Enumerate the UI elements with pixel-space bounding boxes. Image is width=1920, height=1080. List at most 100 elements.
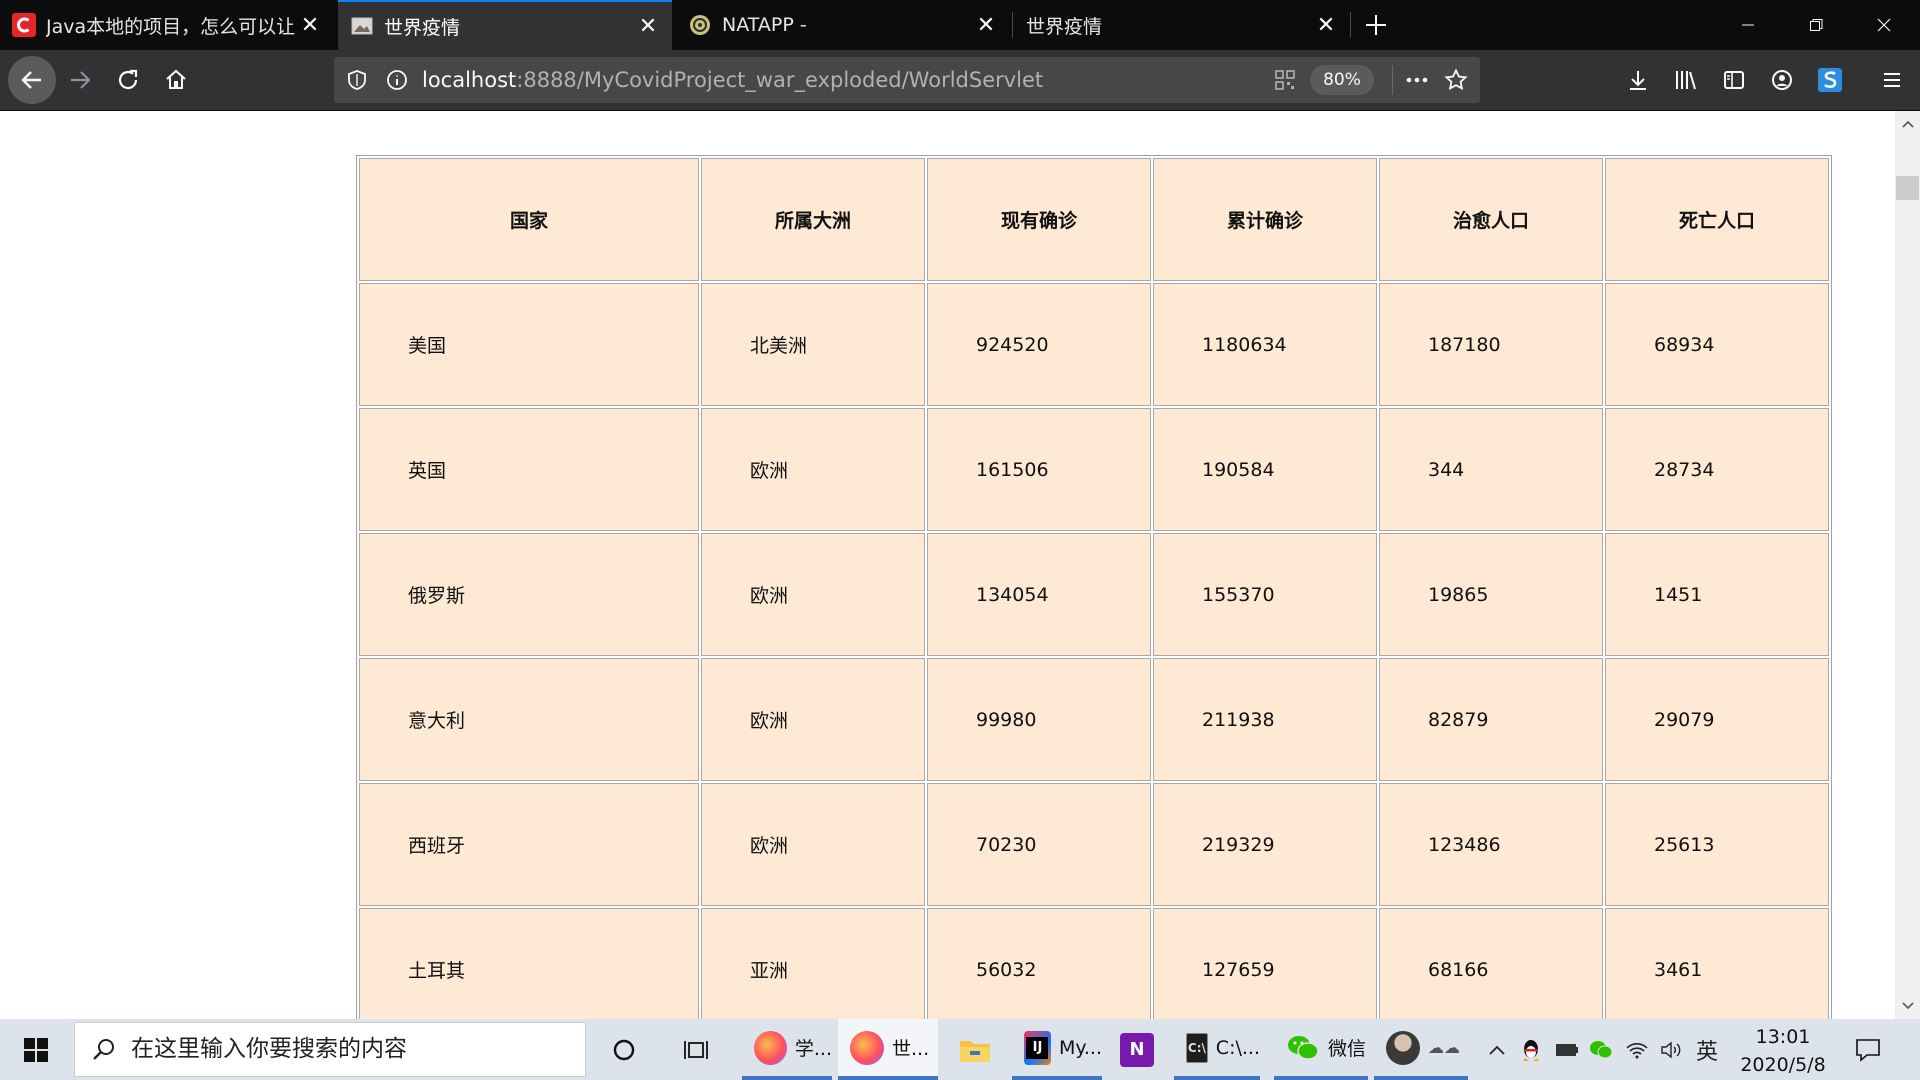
- account-button[interactable]: [1762, 60, 1802, 100]
- cell-country: 俄罗斯: [359, 533, 699, 656]
- header-cured: 治愈人口: [1379, 158, 1603, 281]
- cortana-button[interactable]: [598, 1019, 650, 1080]
- task-view-button[interactable]: [670, 1019, 722, 1080]
- forward-button[interactable]: [60, 60, 100, 100]
- header-deaths: 死亡人口: [1605, 158, 1829, 281]
- taskbar-user-app[interactable]: ☁☁: [1374, 1019, 1468, 1080]
- tab-world-covid-active[interactable]: 世界疫情 ✕: [338, 0, 672, 50]
- extension-s-icon: [1818, 68, 1842, 92]
- taskbar-intellij[interactable]: IJ My...: [1012, 1019, 1102, 1080]
- cell-cured: 82879: [1379, 658, 1603, 781]
- site-info-icon[interactable]: [386, 69, 408, 91]
- wechat-tray-icon[interactable]: [1588, 1037, 1614, 1063]
- close-tab-icon[interactable]: ✕: [296, 11, 324, 39]
- cell-deaths: 25613: [1605, 783, 1829, 906]
- wifi-icon[interactable]: [1624, 1037, 1650, 1063]
- arrow-right-icon: [71, 71, 91, 89]
- new-tab-button[interactable]: [1358, 7, 1394, 43]
- cell-current-confirmed: 161506: [927, 408, 1151, 531]
- sidebar-button[interactable]: [1714, 60, 1754, 100]
- reload-button[interactable]: [108, 60, 148, 100]
- library-button[interactable]: [1666, 60, 1706, 100]
- tab-world-covid-2[interactable]: 世界疫情 ✕: [1014, 0, 1350, 50]
- header-total-confirmed: 累计确诊: [1153, 158, 1377, 281]
- firefox-icon: [850, 1030, 884, 1065]
- download-icon: [1630, 71, 1646, 90]
- ime-indicator[interactable]: 英: [1692, 1037, 1722, 1065]
- tab-natapp[interactable]: NATAPP - ✕: [676, 0, 1010, 50]
- table-row: 西班牙 欧洲 70230 219329 123486 25613: [359, 783, 1829, 906]
- extension-s-button[interactable]: [1810, 60, 1850, 100]
- cell-deaths: 28734: [1605, 408, 1829, 531]
- url-text[interactable]: localhost:8888/MyCovidProject_war_explod…: [422, 57, 1043, 103]
- taskbar-search-box[interactable]: 在这里输入你要搜索的内容: [74, 1022, 586, 1077]
- tab-strip: Java本地的项目，怎么可以让别 ✕ 世界疫情 ✕ NATAPP - ✕ 世界疫…: [0, 0, 1920, 50]
- restore-button[interactable]: [1786, 0, 1846, 50]
- cell-current-confirmed: 70230: [927, 783, 1151, 906]
- cell-continent: 北美洲: [701, 283, 925, 406]
- reload-icon: [118, 69, 138, 90]
- minimize-button[interactable]: [1718, 0, 1778, 50]
- taskbar-firefox-world[interactable]: 世...: [838, 1019, 938, 1080]
- volume-icon[interactable]: [1658, 1037, 1684, 1063]
- cmd-icon: C:\: [1186, 1032, 1208, 1063]
- hamburger-menu-icon: [1884, 73, 1900, 87]
- cell-country: 美国: [359, 283, 699, 406]
- taskbar-wechat[interactable]: 微信: [1274, 1019, 1368, 1080]
- downloads-button[interactable]: [1618, 60, 1658, 100]
- tab-csdn[interactable]: Java本地的项目，怎么可以让别 ✕: [0, 0, 334, 50]
- table-row: 土耳其 亚洲 56032 127659 68166 3461: [359, 908, 1829, 1019]
- close-tab-icon[interactable]: ✕: [634, 12, 662, 40]
- cell-current-confirmed: 134054: [927, 533, 1151, 656]
- search-placeholder: 在这里输入你要搜索的内容: [131, 1036, 407, 1062]
- cell-cured: 19865: [1379, 533, 1603, 656]
- taskbar-firefox-study[interactable]: 学...: [742, 1019, 832, 1080]
- cell-continent: 欧洲: [701, 783, 925, 906]
- cell-cured: 344: [1379, 408, 1603, 531]
- action-center-button[interactable]: [1850, 1033, 1886, 1067]
- taskbar-clock[interactable]: 13:01 2020/5/8: [1732, 1019, 1834, 1080]
- table-row: 美国 北美洲 924520 1180634 187180 68934: [359, 283, 1829, 406]
- vertical-scrollbar[interactable]: [1895, 111, 1920, 1019]
- minimize-icon: [1742, 24, 1754, 26]
- header-country: 国家: [359, 158, 699, 281]
- cell-cured: 68166: [1379, 908, 1603, 1019]
- zoom-level-badge[interactable]: 80%: [1310, 65, 1374, 95]
- battery-icon[interactable]: [1554, 1037, 1580, 1063]
- csdn-favicon-icon: [12, 13, 36, 37]
- chevron-up-icon[interactable]: [1484, 1037, 1510, 1063]
- page-favicon-icon: [350, 14, 374, 38]
- cell-current-confirmed: 924520: [927, 283, 1151, 406]
- navigation-toolbar: localhost:8888/MyCovidProject_war_explod…: [0, 50, 1920, 111]
- qq-penguin-icon[interactable]: [1518, 1037, 1544, 1063]
- back-button[interactable]: [8, 56, 56, 104]
- menu-button[interactable]: [1872, 60, 1912, 100]
- cell-total-confirmed: 211938: [1153, 658, 1377, 781]
- close-tab-icon[interactable]: ✕: [972, 11, 1000, 39]
- taskbar-file-explorer[interactable]: [946, 1019, 1006, 1080]
- taskbar-onenote[interactable]: N: [1108, 1019, 1168, 1080]
- taskbar-app-label: C:\...: [1215, 1036, 1260, 1059]
- address-bar[interactable]: localhost:8888/MyCovidProject_war_explod…: [334, 57, 1480, 103]
- scroll-down-icon[interactable]: [1895, 995, 1920, 1017]
- page-actions-icon[interactable]: [1404, 69, 1430, 91]
- tracking-shield-icon[interactable]: [346, 69, 368, 91]
- task-view-icon: [684, 1040, 708, 1059]
- taskbar-app-label: 世...: [892, 1038, 930, 1060]
- tab-title: Java本地的项目，怎么可以让别: [46, 15, 296, 38]
- scrollbar-thumb[interactable]: [1896, 176, 1919, 200]
- start-button[interactable]: [0, 1019, 72, 1080]
- bookmark-star-icon[interactable]: [1444, 68, 1468, 92]
- close-tab-icon[interactable]: ✕: [1312, 11, 1340, 39]
- qr-code-icon[interactable]: [1274, 69, 1296, 91]
- scroll-up-icon[interactable]: [1895, 113, 1920, 135]
- home-button[interactable]: [156, 60, 196, 100]
- close-window-button[interactable]: [1854, 0, 1914, 50]
- table-row: 俄罗斯 欧洲 134054 155370 19865 1451: [359, 533, 1829, 656]
- cell-continent: 亚洲: [701, 908, 925, 1019]
- taskbar-cmd[interactable]: C:\ C:\...: [1174, 1019, 1260, 1080]
- cortana-circle-icon: [613, 1039, 635, 1060]
- file-explorer-icon: [960, 1040, 990, 1062]
- cell-deaths: 1451: [1605, 533, 1829, 656]
- cell-continent: 欧洲: [701, 408, 925, 531]
